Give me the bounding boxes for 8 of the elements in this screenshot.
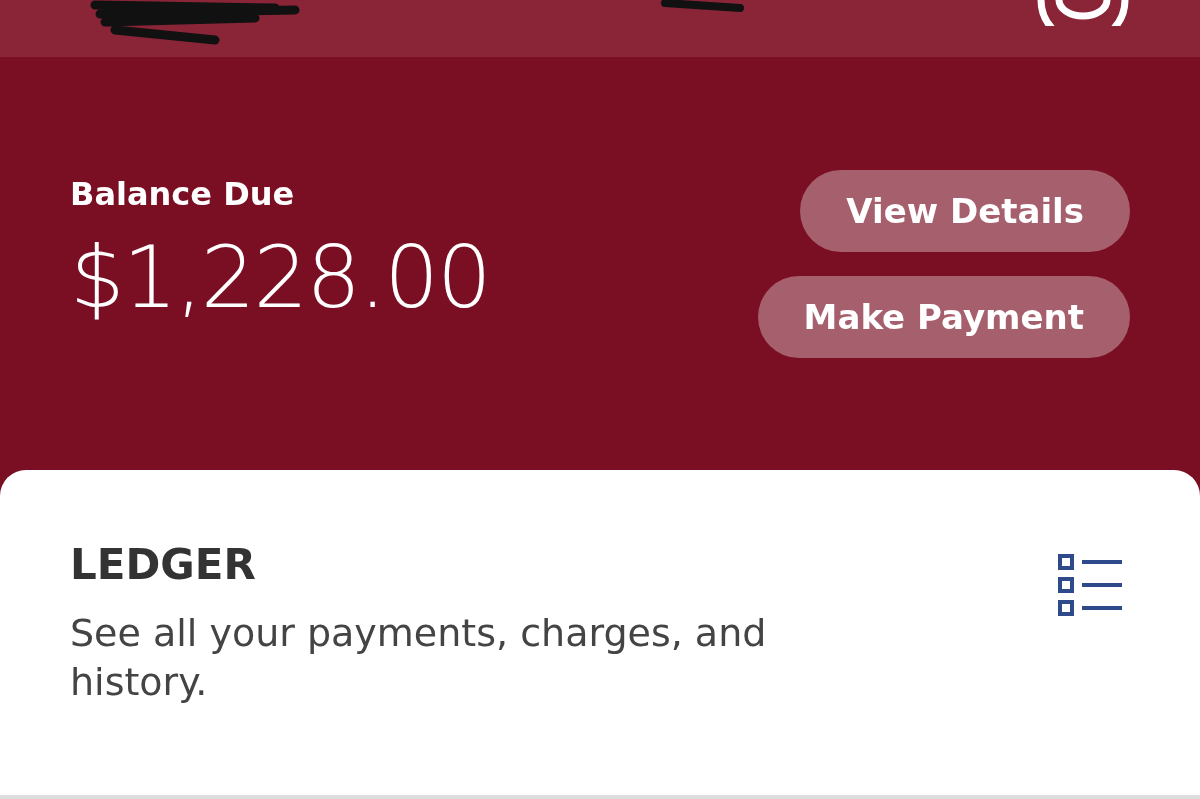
balance-amount: $1,228.00 bbox=[70, 227, 490, 327]
ledger-description: See all your payments, charges, and history. bbox=[70, 610, 768, 707]
ledger-card[interactable]: LEDGER See all your payments, charges, and history. bbox=[0, 470, 1200, 799]
action-button[interactable]: Make Payment bbox=[757, 276, 1130, 358]
ledger-title: LEDGER bbox=[70, 540, 257, 589]
action-button[interactable]: View Details bbox=[800, 170, 1130, 252]
balance-label: Balance Due bbox=[70, 175, 296, 213]
list-icon bbox=[1058, 554, 1124, 616]
